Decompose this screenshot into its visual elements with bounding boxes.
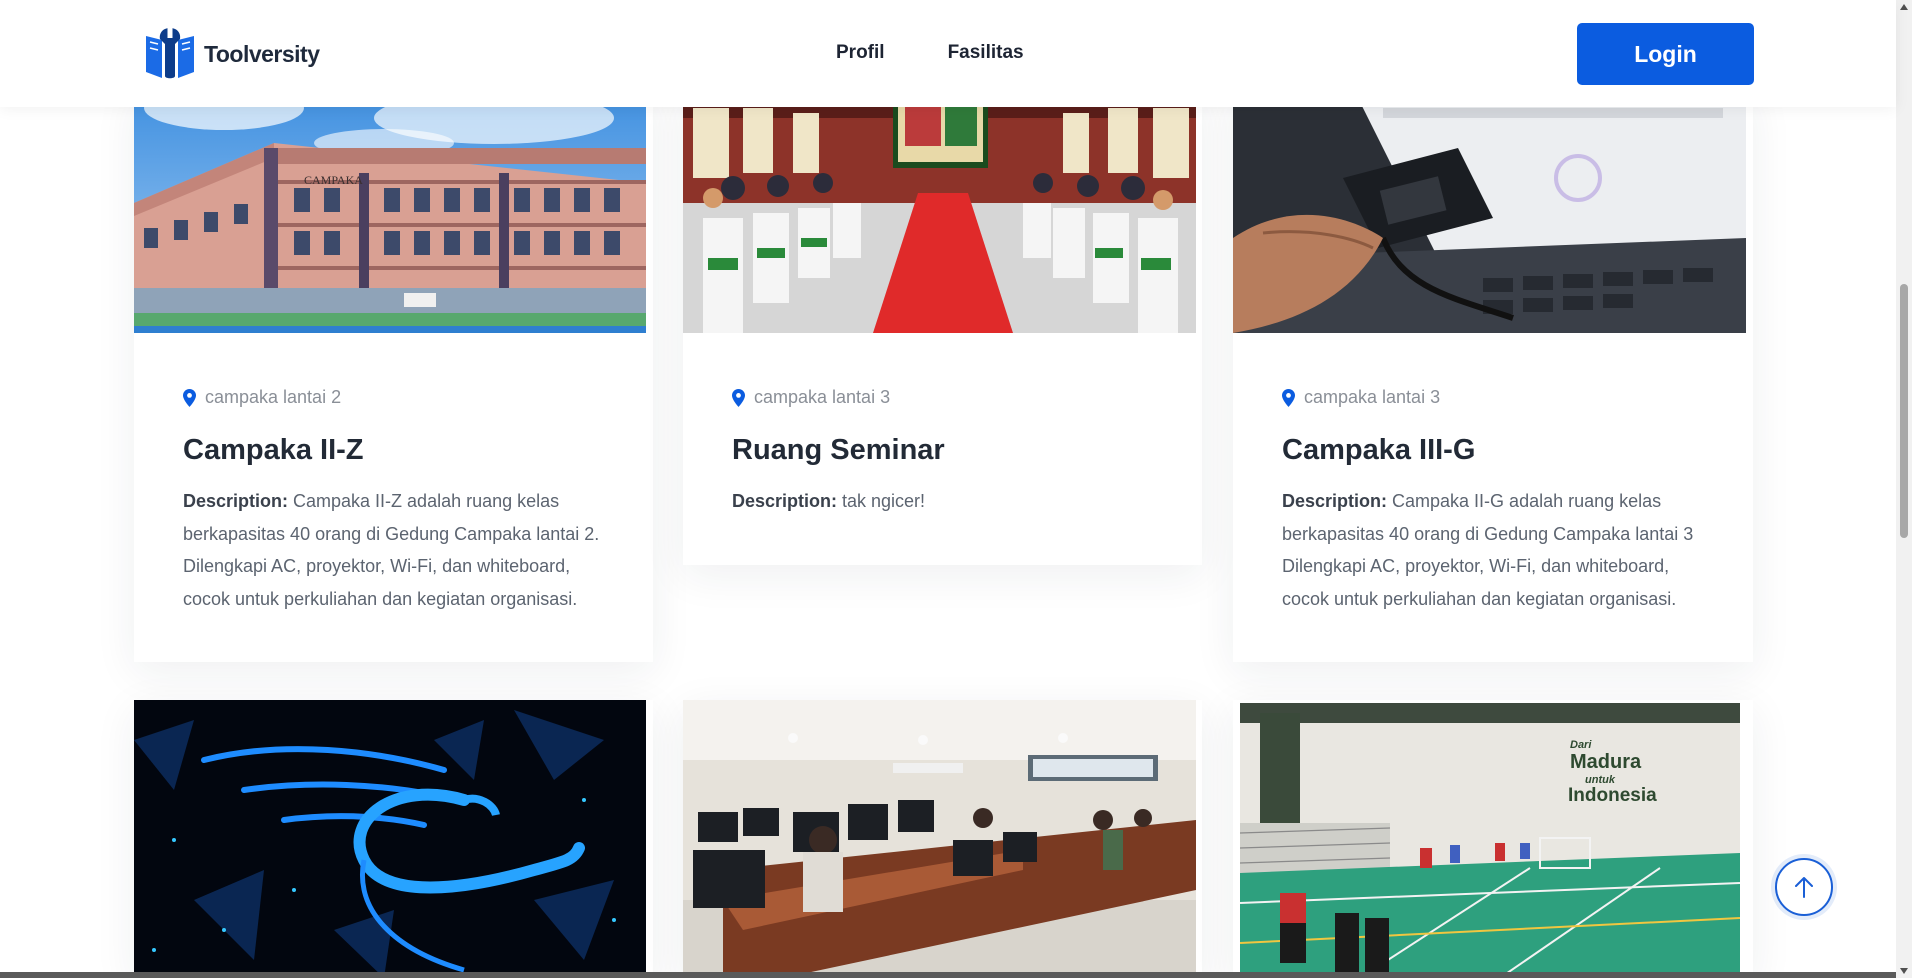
facility-image-iot-device xyxy=(1233,88,1746,333)
card-description: Description: Campaka II-Z adalah ruang k… xyxy=(183,485,613,615)
location-pin-icon xyxy=(1282,388,1295,407)
site-header: Toolversity Profil Fasilitas Login xyxy=(0,0,1896,107)
gym-sign-line1: Dari xyxy=(1570,739,1592,751)
building-sign-text: CAMPAKA xyxy=(304,173,363,187)
nav-link-profil[interactable]: Profil xyxy=(836,42,885,64)
location-pin-icon xyxy=(183,388,196,407)
description-text: tak ngicer! xyxy=(837,491,926,511)
card-title[interactable]: Campaka III-G xyxy=(1282,434,1475,467)
nav-link-fasilitas[interactable]: Fasilitas xyxy=(948,42,1024,64)
gym-sign-line2: Madura xyxy=(1570,751,1642,773)
facility-image-building: CAMPAKA xyxy=(134,88,646,333)
gym-sign-line4: Indonesia xyxy=(1568,785,1657,806)
location: campaka lantai 3 xyxy=(1282,387,1440,408)
facility-card[interactable]: CAMPAKA campaka lantai 2 Campaka II-Z De… xyxy=(134,88,653,662)
facility-image-kali-dragon xyxy=(134,700,646,978)
logo[interactable]: Toolversity xyxy=(142,26,320,82)
page: Toolversity Profil Fasilitas Login CAMPA… xyxy=(0,0,1912,978)
location-text: campaka lantai 2 xyxy=(205,387,342,407)
location-text: campaka lantai 3 xyxy=(1304,387,1441,407)
horizontal-scrollbar[interactable] xyxy=(0,972,1896,978)
card-title[interactable]: Ruang Seminar xyxy=(732,434,945,467)
facility-card[interactable] xyxy=(683,700,1202,978)
card-description: Description: Campaka II-G adalah ruang k… xyxy=(1282,485,1712,615)
facility-card[interactable] xyxy=(134,700,653,978)
location-pin-icon xyxy=(732,388,745,407)
facility-image-computer-lab xyxy=(683,700,1196,978)
location: campaka lantai 2 xyxy=(183,387,341,408)
scroll-thumb[interactable] xyxy=(1900,284,1908,538)
description-label: Description: xyxy=(1282,491,1388,511)
facility-image-sports-hall: Dari Madura untuk Indonesia xyxy=(1240,703,1740,978)
logo-text: Toolversity xyxy=(204,40,320,67)
facility-image-seminar-hall xyxy=(683,88,1196,333)
facility-card[interactable]: campaka lantai 3 Campaka III-G Descripti… xyxy=(1233,88,1753,662)
facility-card[interactable]: Dari Madura untuk Indonesia xyxy=(1233,700,1753,978)
card-title[interactable]: Campaka II-Z xyxy=(183,434,364,467)
logo-icon xyxy=(146,28,194,79)
facility-card[interactable]: campaka lantai 3 Ruang Seminar Descripti… xyxy=(683,88,1202,565)
back-to-top-button[interactable] xyxy=(1775,858,1833,916)
arrow-up-icon xyxy=(1795,877,1813,898)
location: campaka lantai 3 xyxy=(732,387,890,408)
vertical-scrollbar[interactable] xyxy=(1896,0,1912,978)
description-label: Description: xyxy=(183,491,289,511)
scroll-down-arrow-icon[interactable] xyxy=(1900,968,1908,974)
scroll-up-arrow-icon[interactable] xyxy=(1900,4,1908,10)
main-nav: Profil Fasilitas xyxy=(836,42,1024,64)
description-label: Description: xyxy=(732,491,838,511)
card-description: Description: tak ngicer! xyxy=(732,485,1162,518)
login-button[interactable]: Login xyxy=(1577,23,1754,85)
location-text: campaka lantai 3 xyxy=(754,387,891,407)
